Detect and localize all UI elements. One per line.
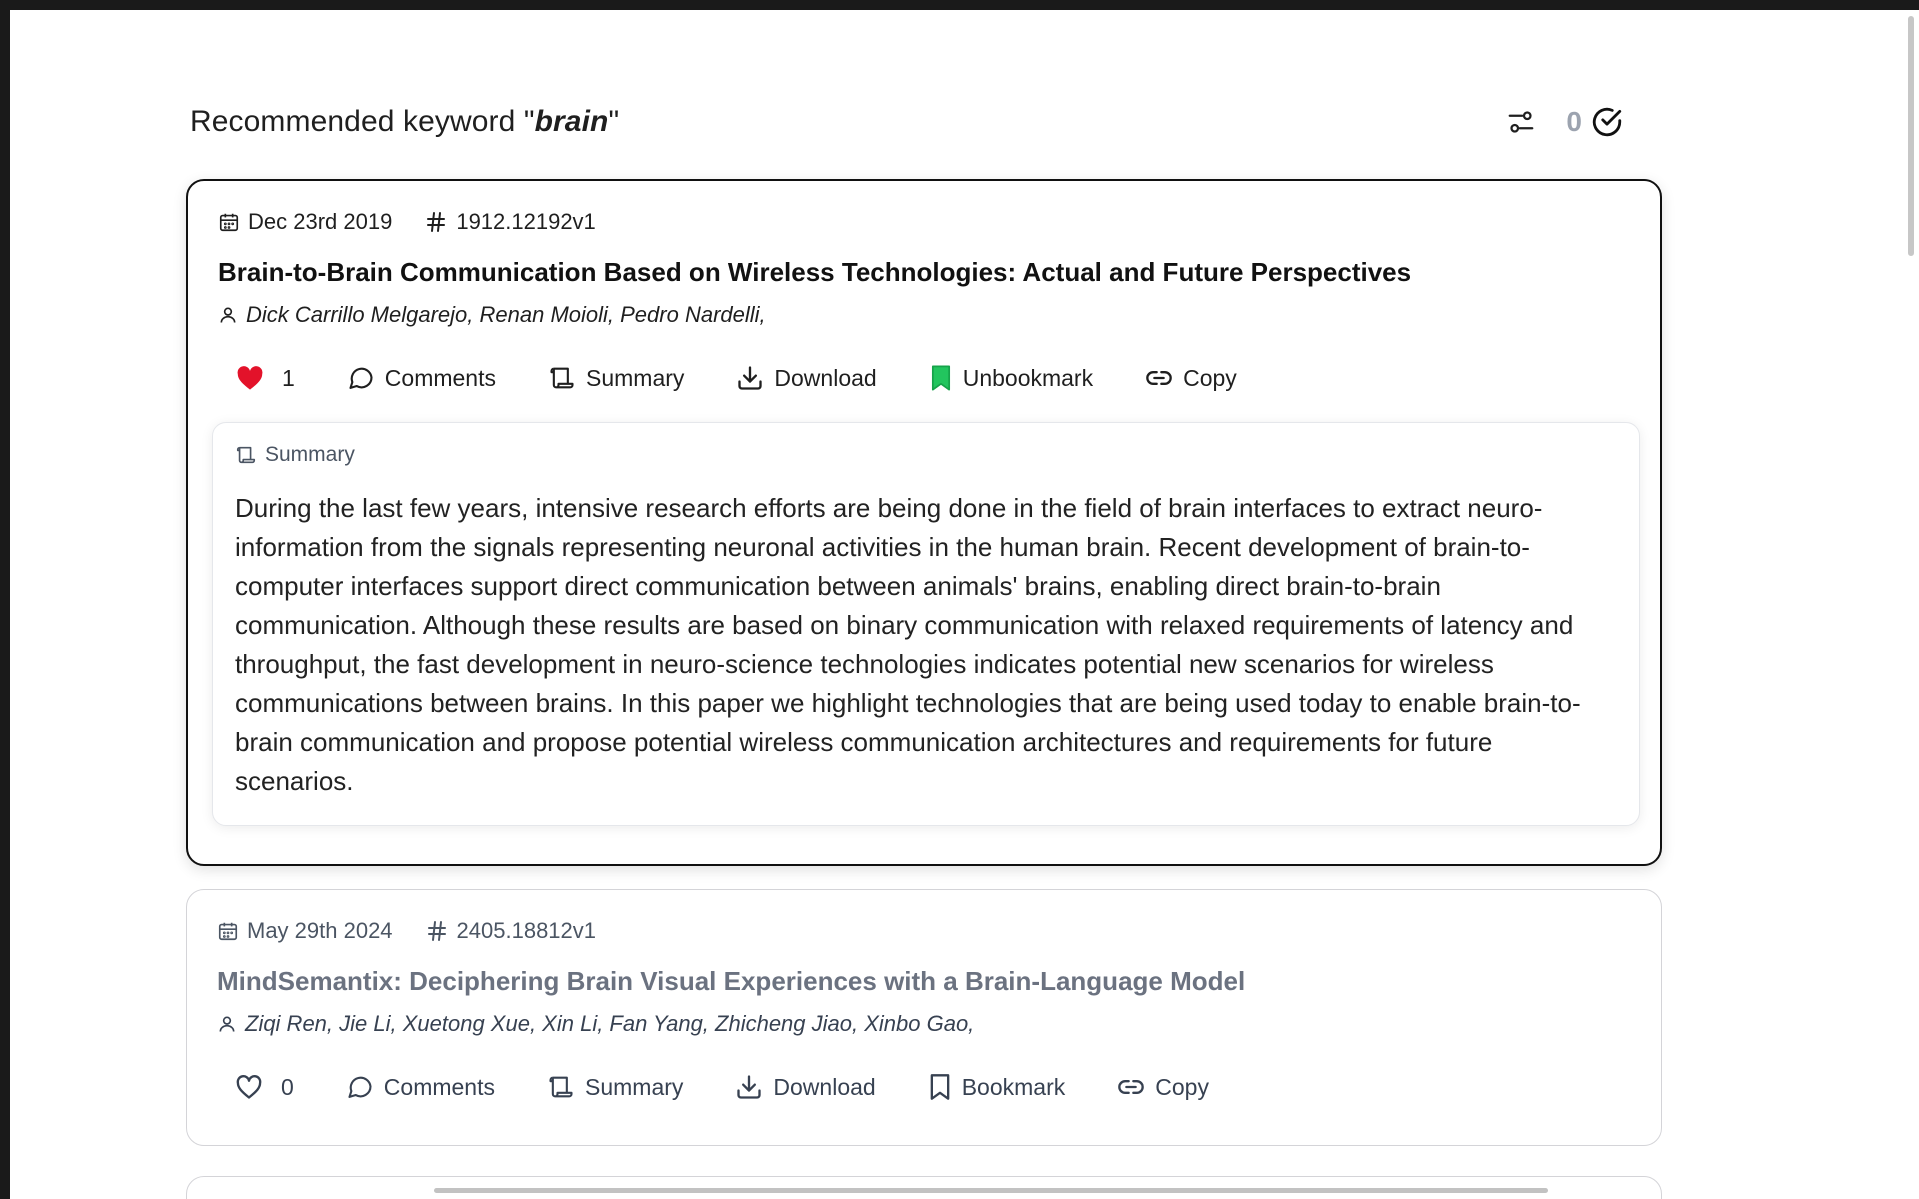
summary-heading-label: Summary bbox=[265, 443, 355, 466]
horizontal-scrollbar[interactable] bbox=[434, 1188, 1548, 1193]
sliders-icon bbox=[1509, 111, 1534, 133]
paper-card[interactable]: Dec 23rd 2019 1912.12192v1 Brain-to-Brai… bbox=[186, 179, 1662, 866]
scroll-icon bbox=[549, 1076, 573, 1098]
download-label: Download bbox=[774, 364, 877, 391]
download-button[interactable]: Download bbox=[736, 364, 877, 392]
paper-date-text: Dec 23rd 2019 bbox=[248, 209, 393, 234]
page-title: Recommended keyword "brain" bbox=[190, 105, 619, 139]
paper-meta: May 29th 2024 2405.18812v1 bbox=[217, 916, 1631, 946]
calendar-icon bbox=[219, 213, 239, 232]
heart-filled-icon bbox=[237, 366, 263, 390]
paper-authors-text: Ziqi Ren, Jie Li, Xuetong Xue, Xin Li, F… bbox=[245, 1011, 975, 1036]
scrollbar-thumb[interactable] bbox=[1908, 16, 1914, 256]
like-count: 1 bbox=[282, 364, 295, 391]
filter-settings-button[interactable] bbox=[1506, 107, 1536, 137]
selected-count: 0 bbox=[1566, 106, 1582, 137]
heart-outline-icon bbox=[236, 1075, 262, 1099]
user-icon bbox=[220, 307, 236, 323]
unbookmark-button[interactable]: Unbookmark bbox=[929, 364, 1093, 392]
paper-authors-text: Dick Carrillo Melgarejo, Renan Moioli, P… bbox=[246, 302, 766, 327]
paper-id: 1912.12192v1 bbox=[424, 209, 596, 235]
paper-authors: Ziqi Ren, Jie Li, Xuetong Xue, Xin Li, F… bbox=[217, 1011, 1631, 1037]
paper-date: May 29th 2024 bbox=[217, 918, 393, 944]
link-icon bbox=[1146, 371, 1172, 385]
summary-button[interactable]: Summary bbox=[548, 364, 684, 392]
hash-icon bbox=[427, 921, 446, 941]
title-suffix: " bbox=[608, 105, 620, 138]
summary-label: Summary bbox=[586, 364, 685, 391]
comments-button[interactable]: Comments bbox=[347, 364, 496, 392]
paper-title[interactable]: Brain-to-Brain Communication Based on Wi… bbox=[218, 257, 1630, 288]
user-icon bbox=[219, 1016, 235, 1032]
summary-button[interactable]: Summary bbox=[547, 1073, 683, 1101]
selected-count-button[interactable]: 0 bbox=[1566, 105, 1624, 139]
paper-date: Dec 23rd 2019 bbox=[218, 209, 392, 235]
paper-card[interactable]: May 29th 2024 2405.18812v1 MindSemantix:… bbox=[186, 889, 1662, 1146]
download-icon bbox=[738, 366, 763, 390]
vertical-scrollbar[interactable] bbox=[1901, 10, 1919, 1199]
paper-meta: Dec 23rd 2019 1912.12192v1 bbox=[218, 207, 1630, 237]
paper-authors: Dick Carrillo Melgarejo, Renan Moioli, P… bbox=[218, 302, 1630, 328]
summary-text: During the last few years, intensive res… bbox=[235, 493, 1581, 796]
title-keyword: brain bbox=[534, 105, 609, 138]
summary-heading: Summary bbox=[235, 443, 355, 467]
like-button[interactable]: 0 bbox=[235, 1074, 294, 1101]
copy-link-button[interactable]: Copy bbox=[1145, 364, 1237, 392]
bookmark-label: Unbookmark bbox=[962, 364, 1094, 391]
copy-label: Copy bbox=[1155, 1073, 1209, 1100]
title-prefix: Recommended keyword " bbox=[190, 105, 535, 138]
bookmark-button[interactable]: Bookmark bbox=[928, 1073, 1066, 1101]
download-button[interactable]: Download bbox=[735, 1073, 876, 1101]
like-count: 0 bbox=[281, 1073, 294, 1100]
paper-actions: 0 Comments Summary Download Bookmark Cop… bbox=[217, 1073, 1631, 1101]
comment-icon bbox=[348, 1076, 372, 1098]
comment-icon bbox=[349, 367, 373, 389]
check-circle-icon bbox=[1592, 107, 1622, 137]
summary-panel: Summary During the last few years, inten… bbox=[212, 422, 1640, 826]
hash-icon bbox=[427, 212, 446, 232]
comments-label: Comments bbox=[383, 1073, 495, 1100]
page-viewport: Recommended keyword "brain" 0 Dec 23rd 2… bbox=[10, 10, 1919, 1199]
page-header: Recommended keyword "brain" 0 bbox=[190, 92, 1630, 152]
bookmark-icon bbox=[930, 1074, 950, 1100]
copy-label: Copy bbox=[1183, 364, 1237, 391]
paper-id-text: 2405.18812v1 bbox=[456, 918, 597, 943]
scroll-icon bbox=[236, 446, 256, 464]
download-icon bbox=[737, 1075, 762, 1099]
comments-label: Comments bbox=[384, 364, 496, 391]
scroll-icon bbox=[550, 367, 574, 389]
bookmark-filled-icon bbox=[931, 365, 950, 391]
link-icon bbox=[1118, 1080, 1145, 1094]
paper-title[interactable]: MindSemantix: Deciphering Brain Visual E… bbox=[217, 966, 1631, 997]
calendar-icon bbox=[218, 922, 238, 941]
copy-link-button[interactable]: Copy bbox=[1117, 1073, 1209, 1101]
paper-id: 2405.18812v1 bbox=[425, 918, 596, 944]
comments-button[interactable]: Comments bbox=[346, 1073, 495, 1101]
header-actions: 0 bbox=[1506, 105, 1630, 139]
paper-id-text: 1912.12192v1 bbox=[456, 209, 596, 234]
paper-actions: 1 Comments Summary Download Unbookmark C… bbox=[218, 364, 1630, 392]
summary-label: Summary bbox=[585, 1073, 684, 1100]
bookmark-label: Bookmark bbox=[961, 1073, 1066, 1100]
paper-date-text: May 29th 2024 bbox=[247, 918, 393, 943]
download-label: Download bbox=[773, 1073, 876, 1100]
like-button[interactable]: 1 bbox=[236, 365, 295, 392]
